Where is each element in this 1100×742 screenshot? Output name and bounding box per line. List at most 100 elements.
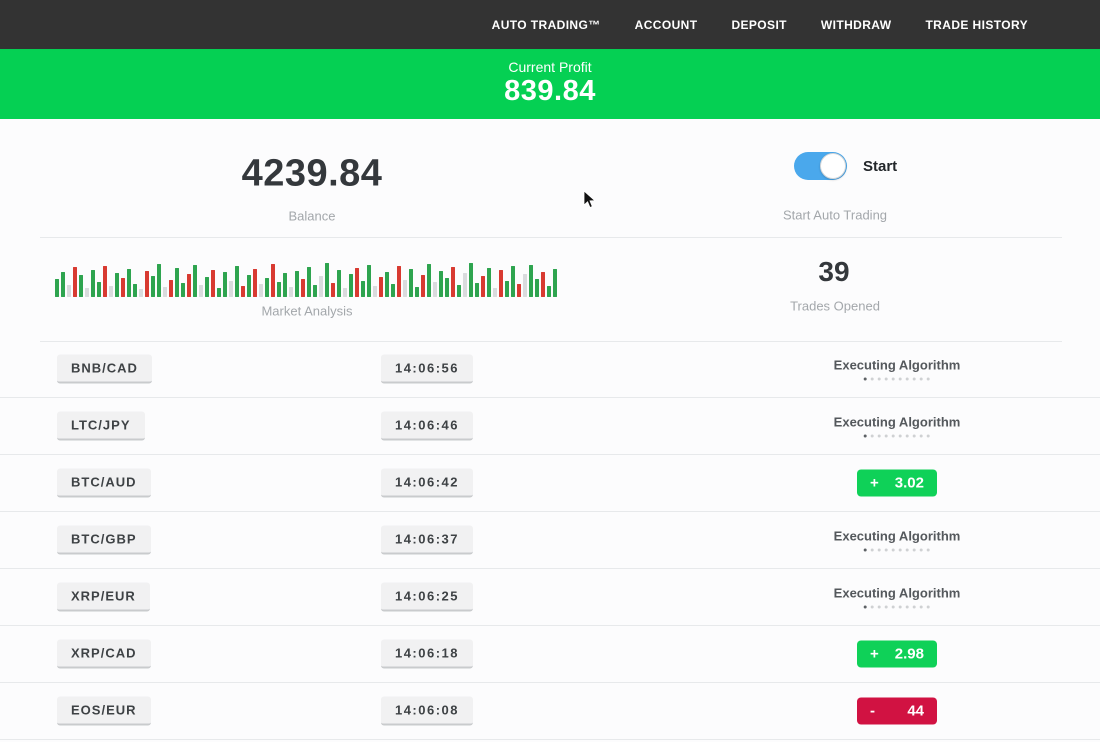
- loader-dots: [834, 549, 961, 552]
- trade-row: BTC/GBP 14:06:37 Executing Algorithm: [0, 512, 1100, 569]
- badge-value: 3.02: [895, 475, 924, 492]
- market-bar: [367, 265, 371, 297]
- current-profit-label: Current Profit: [0, 59, 1100, 75]
- market-bar: [535, 279, 539, 297]
- market-bar: [523, 274, 527, 297]
- market-bar: [541, 272, 545, 297]
- market-bar: [511, 266, 515, 297]
- trade-status: Executing Algorithm: [834, 529, 961, 552]
- trade-row: BNB/CAD 14:06:56 Executing Algorithm: [0, 341, 1100, 398]
- trade-status: +3.02: [857, 470, 937, 497]
- executing-algorithm-label: Executing Algorithm: [834, 415, 961, 430]
- market-bar: [145, 271, 149, 297]
- market-bar: [103, 266, 107, 297]
- profit-badge: +3.02: [857, 470, 937, 497]
- top-nav: AUTO TRADING™ ACCOUNT DEPOSIT WITHDRAW TRADE…: [0, 0, 1100, 49]
- executing-algorithm-label: Executing Algorithm: [834, 586, 961, 601]
- auto-trading-dashboard: AUTO TRADING™ ACCOUNT DEPOSIT WITHDRAW TRADE…: [0, 0, 1100, 742]
- pair-chip: BNB/CAD: [57, 355, 152, 384]
- time-chip: 14:06:42: [381, 469, 473, 498]
- toggle-knob[interactable]: [820, 153, 846, 179]
- executing-algorithm-label: Executing Algorithm: [834, 358, 961, 373]
- executing-algorithm-label: Executing Algorithm: [834, 529, 961, 544]
- trade-status: Executing Algorithm: [834, 415, 961, 438]
- trade-status: Executing Algorithm: [834, 358, 961, 381]
- market-bar: [169, 280, 173, 297]
- time-chip: 14:06:08: [381, 697, 473, 726]
- market-analysis-label: Market Analysis: [261, 304, 352, 319]
- market-bar: [469, 263, 473, 297]
- trade-row: LTC/JPY14:06:46Executing Algorithm: [0, 398, 1100, 455]
- nav-item-withdraw[interactable]: WITHDRAW: [821, 18, 892, 32]
- market-bar: [55, 279, 59, 297]
- market-bar: [163, 287, 167, 297]
- market-bar: [223, 272, 227, 297]
- toggle-label: Start: [863, 158, 897, 175]
- market-bar: [259, 284, 263, 297]
- market-bar: [61, 272, 65, 297]
- loss-badge: -44: [857, 698, 937, 725]
- market-bar: [313, 285, 317, 297]
- trade-status: -44: [857, 698, 937, 725]
- market-bar: [337, 270, 341, 297]
- market-bar: [139, 289, 143, 297]
- pair-chip: BTC/GBP: [57, 526, 151, 555]
- time-chip: 14:06:37: [381, 526, 473, 555]
- trades-opened-value: 39: [818, 256, 849, 288]
- current-profit-value: 839.84: [0, 75, 1100, 108]
- market-bar: [265, 278, 269, 297]
- trade-row: BTC/AUD 14:06:42 +3.02: [0, 455, 1100, 512]
- market-bar: [229, 281, 233, 297]
- balance-value: 4239.84: [242, 153, 383, 196]
- market-bar: [439, 271, 443, 297]
- market-bar: [295, 271, 299, 297]
- nav-item-trade-history[interactable]: TRADE HISTORY: [925, 18, 1028, 32]
- market-bar: [475, 283, 479, 297]
- market-bar: [505, 281, 509, 297]
- market-analysis-chart: [55, 263, 561, 297]
- nav-item-auto-trading[interactable]: AUTO TRADING™: [492, 18, 601, 32]
- market-bar: [487, 268, 491, 297]
- market-bar: [343, 288, 347, 297]
- market-bar: [463, 273, 467, 297]
- badge-sign: +: [870, 475, 879, 492]
- market-bar: [73, 267, 77, 297]
- auto-trading-toggle[interactable]: Start: [794, 152, 897, 180]
- market-bar: [307, 267, 311, 297]
- market-bar: [355, 268, 359, 297]
- pair-chip: BTC/AUD: [57, 469, 151, 498]
- market-bar: [235, 266, 239, 297]
- market-bar: [493, 288, 497, 297]
- market-bar: [187, 274, 191, 297]
- market-bar: [325, 263, 329, 297]
- market-bar: [217, 288, 221, 297]
- market-bar: [115, 273, 119, 297]
- toggle-switch-on[interactable]: [794, 152, 847, 180]
- market-bar: [433, 282, 437, 297]
- market-bar: [175, 268, 179, 297]
- pair-chip: LTC/JPY: [57, 412, 145, 441]
- market-bar: [205, 277, 209, 297]
- mouse-cursor: [583, 190, 597, 210]
- market-bar: [391, 284, 395, 297]
- nav-item-account[interactable]: ACCOUNT: [635, 18, 698, 32]
- market-bar: [277, 282, 281, 297]
- badge-sign: +: [870, 646, 879, 663]
- time-chip: 14:06:56: [381, 355, 473, 384]
- market-bar: [301, 279, 305, 297]
- market-bar: [241, 286, 245, 297]
- market-bar: [109, 286, 113, 297]
- market-bar: [157, 264, 161, 297]
- market-bar: [283, 273, 287, 297]
- nav-item-deposit[interactable]: DEPOSIT: [731, 18, 786, 32]
- market-bar: [247, 275, 251, 297]
- market-bar: [253, 269, 257, 297]
- market-bar: [181, 283, 185, 297]
- market-bar: [529, 265, 533, 297]
- market-bar: [127, 269, 131, 297]
- market-bar: [427, 264, 431, 297]
- trade-row: XRP/CAD14:06:18+2.98: [0, 626, 1100, 683]
- market-bar: [499, 270, 503, 297]
- market-bar: [85, 288, 89, 297]
- market-bar: [373, 286, 377, 297]
